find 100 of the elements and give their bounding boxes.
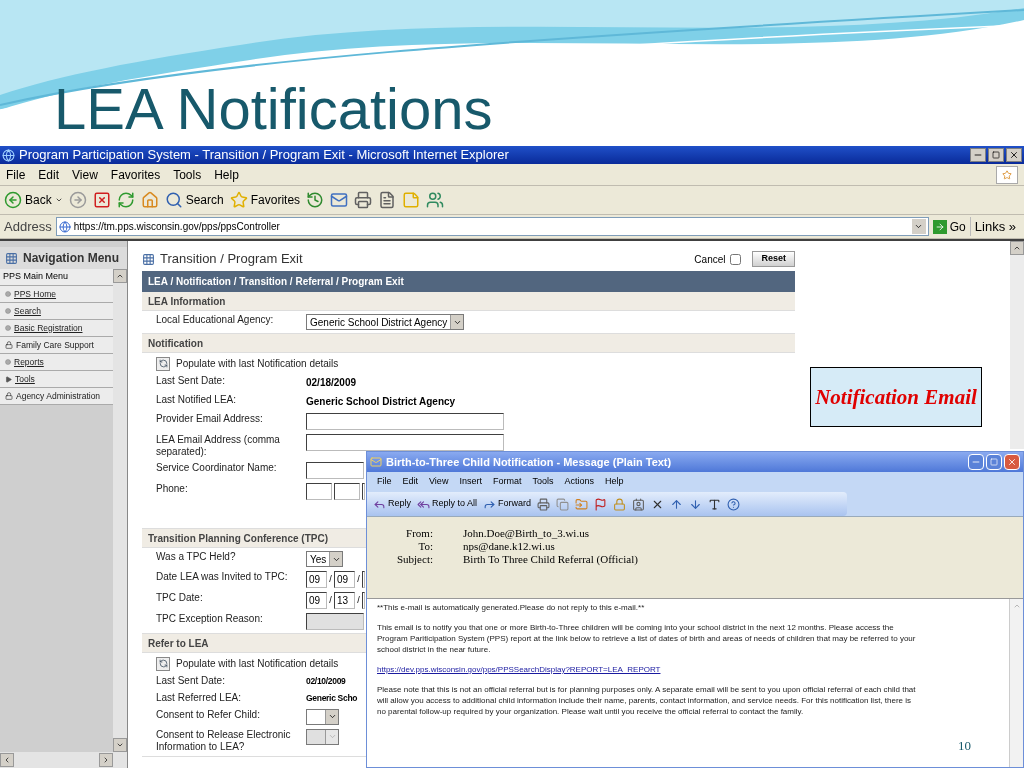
links-button[interactable]: Links » [969, 216, 1020, 237]
text-field[interactable] [306, 413, 504, 430]
date-field[interactable]: 09 [334, 571, 355, 588]
field-value: Generic Scho [306, 691, 358, 705]
menu-item[interactable]: Edit [402, 475, 419, 489]
copy-button[interactable] [556, 497, 570, 511]
window-title: Birth-to-Three Child Notification - Message (Plain Text) [386, 454, 673, 470]
text-field[interactable] [306, 462, 364, 479]
reset-button[interactable]: Reset [752, 251, 795, 267]
move-button[interactable] [575, 497, 589, 511]
print-button[interactable] [354, 191, 373, 209]
home-button[interactable] [140, 191, 159, 209]
cancel-checkbox[interactable] [730, 253, 742, 265]
menu-item[interactable]: Actions [564, 475, 594, 489]
copy-icon [556, 497, 570, 511]
phone-field[interactable] [306, 483, 332, 500]
field-label: Consent to Release Electronic Information to LEA? [156, 728, 292, 753]
mail-button[interactable] [330, 191, 349, 209]
stop-button[interactable] [92, 191, 111, 209]
edit-button[interactable] [378, 191, 397, 209]
field-label: Was a TPC Held? [156, 551, 237, 563]
field-value: 02/18/2009 [306, 376, 357, 390]
populate-icon[interactable] [156, 356, 170, 371]
history-button[interactable] [306, 191, 325, 209]
date-field[interactable] [362, 592, 365, 609]
maximize-icon [990, 458, 998, 466]
contact-card-icon [632, 497, 646, 511]
date-field[interactable]: 13 [334, 592, 355, 609]
dropdown[interactable]: Generic School District Agency [306, 314, 465, 330]
menu-item[interactable]: Format [492, 475, 522, 489]
callout-text: Notification Email [815, 384, 977, 410]
favorites-button[interactable]: Favorites [229, 191, 301, 209]
scrollbar[interactable] [1010, 241, 1024, 449]
envelope-icon [370, 456, 382, 468]
populate-link[interactable]: Populate with last Notification details [176, 356, 339, 371]
minimize-button[interactable] [970, 148, 986, 162]
search-button[interactable]: Search [164, 191, 224, 209]
caret-icon [914, 222, 924, 231]
close-icon [1009, 150, 1019, 160]
date-separator: / [328, 593, 333, 607]
slide-title: LEA Notifications [54, 76, 493, 142]
date-field[interactable]: 09 [306, 571, 327, 588]
messenger-button[interactable] [426, 191, 445, 209]
date-field[interactable]: 09 [306, 592, 327, 609]
dropdown[interactable] [306, 708, 339, 725]
menu-item[interactable]: Tools [173, 165, 202, 184]
address-field[interactable]: https://tm.pps.wisconsin.gov/pps/ppsController [55, 217, 929, 236]
close-icon [1007, 457, 1017, 467]
report-link[interactable]: https://dev.pps.wisconsin.gov/pps/PPSSearchDisplay?REPORT=LEA_REPORT [377, 664, 919, 675]
field-label: Phone: [156, 483, 189, 495]
grid-icon [142, 252, 155, 266]
menu-item[interactable]: View [72, 165, 98, 184]
previous-button[interactable] [670, 497, 684, 511]
page-icon [58, 220, 71, 233]
scrollbar[interactable] [1009, 599, 1023, 767]
help-button[interactable] [727, 497, 741, 511]
populate-icon[interactable] [156, 656, 170, 671]
refresh-button[interactable] [116, 191, 135, 209]
forward-button[interactable]: Forward [483, 497, 532, 511]
people-icon [426, 191, 445, 209]
back-button[interactable]: Back [4, 191, 63, 209]
menu-item[interactable]: Edit [38, 165, 60, 184]
date-field[interactable] [362, 571, 365, 588]
bullet-icon [5, 291, 11, 297]
date-separator: / [356, 572, 361, 586]
note-icon [402, 191, 421, 209]
date-separator: / [356, 593, 361, 607]
reply-all-button[interactable]: Reply to All [417, 497, 478, 511]
flag-button[interactable] [594, 497, 608, 511]
browser-icon [2, 148, 15, 162]
cancel-label: Cancel [694, 252, 726, 267]
phone-field[interactable] [362, 483, 365, 500]
nav-link[interactable]: Tools [15, 372, 35, 386]
dropdown[interactable]: Yes [306, 551, 344, 567]
menu-item[interactable]: View [429, 475, 449, 489]
nav-link[interactable]: Search [14, 304, 41, 318]
field-label: TPC Date: [156, 592, 204, 604]
up-arrow-icon [670, 497, 684, 511]
menu-item[interactable]: Insert [459, 475, 482, 489]
text-field[interactable] [306, 434, 504, 451]
menu-item[interactable]: Help [604, 475, 624, 489]
font-button[interactable] [708, 497, 722, 511]
populate-link[interactable]: Populate with last Notification details [176, 656, 339, 671]
contacts-button[interactable] [632, 497, 646, 511]
print-button[interactable] [537, 497, 551, 511]
menu-item[interactable]: Help [214, 165, 239, 184]
lock-icon [613, 497, 627, 511]
field-label: Consent to Refer Child: [156, 708, 261, 721]
close-button[interactable] [1006, 148, 1022, 162]
reply-button[interactable]: Reply [373, 497, 411, 511]
field-label: LEA Email Address (comma separated): [156, 434, 281, 458]
menu-item[interactable]: File [6, 165, 26, 184]
menu-item[interactable]: Favorites [110, 165, 161, 184]
forward-button[interactable] [68, 191, 87, 209]
menu-item[interactable]: File [377, 475, 392, 489]
printer-icon [354, 191, 373, 209]
menu-item[interactable]: Tools [532, 475, 554, 489]
next-button[interactable] [689, 497, 703, 511]
phone-field[interactable] [334, 483, 360, 500]
go-button[interactable]: Go [932, 217, 966, 236]
